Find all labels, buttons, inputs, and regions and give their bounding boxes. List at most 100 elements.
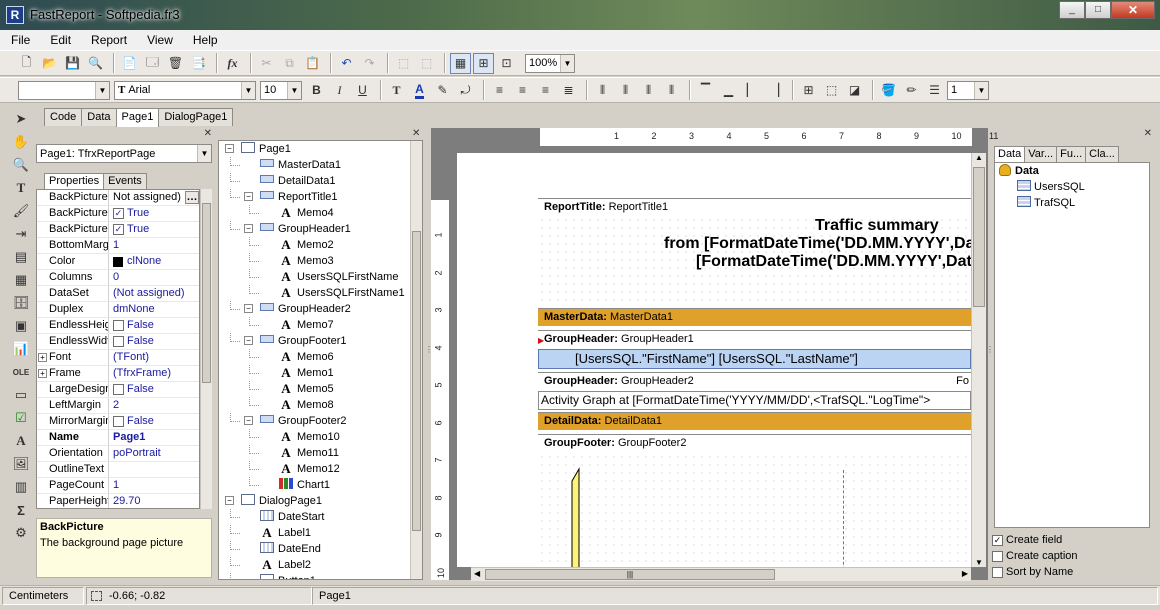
property-row[interactable]: BackPictureP ✓ True [37, 206, 199, 222]
collapse-icon[interactable]: − [244, 192, 253, 201]
group-footer2-band[interactable]: GroupFooter: GroupFooter2 [538, 434, 971, 567]
tab-code[interactable]: Code [44, 108, 83, 126]
property-row[interactable]: MirrorMargins False [37, 414, 199, 430]
detail-data-band[interactable]: DetailData: DetailData1 [538, 412, 971, 432]
tree-node[interactable]: − ReportTitle1 [219, 189, 422, 205]
ellipsis-button[interactable]: … [185, 191, 199, 204]
tab-events[interactable]: Events [103, 173, 147, 189]
tree-node[interactable]: A Label1 [219, 525, 422, 541]
tree-node[interactable]: A Memo10 [219, 429, 422, 445]
frame-width-combo[interactable]: 1 ▼ [947, 80, 989, 100]
property-row[interactable]: BottomMargin 1 [37, 238, 199, 254]
checkbox-tool-icon[interactable]: ☑ [10, 407, 32, 429]
property-value[interactable]: (TFont) [109, 350, 199, 365]
rotation-icon[interactable]: ⤾ [455, 80, 476, 101]
scroll-left-icon[interactable]: ◀ [474, 569, 480, 578]
property-row[interactable]: LeftMargin 2 [37, 398, 199, 414]
underline-icon[interactable]: U [352, 80, 373, 101]
text-tool-icon[interactable]: T [10, 177, 32, 199]
align-left-icon[interactable]: ≡ [489, 80, 510, 101]
property-row[interactable]: EndlessWidth False [37, 334, 199, 350]
ungroup-icon[interactable]: ⬚ [416, 53, 437, 74]
frame-left-icon[interactable]: ▏ [741, 80, 762, 101]
close-icon[interactable]: ✕ [204, 128, 212, 139]
frame-right-icon[interactable]: ▕ [764, 80, 785, 101]
bold-icon[interactable]: B [306, 80, 327, 101]
checkbox[interactable]: ✓ [113, 224, 124, 235]
checkbox[interactable] [113, 336, 124, 347]
page-settings-icon[interactable]: 📑 [188, 53, 209, 74]
fit-to-grid-icon[interactable]: ⊡ [496, 53, 517, 74]
frame-none-icon[interactable]: ⬚ [821, 80, 842, 101]
report-page[interactable]: ReportTitle: ReportTitle1 Traffic summar… [457, 153, 971, 567]
align-vjustify-icon[interactable]: ⫴ [661, 80, 682, 101]
open-icon[interactable]: 📂 [39, 53, 60, 74]
tree-node[interactable]: A Memo1 [219, 365, 422, 381]
tree-node[interactable]: − DialogPage1 [219, 493, 422, 509]
property-row[interactable]: EndlessHeigh False [37, 318, 199, 334]
data-root[interactable]: Data [995, 163, 1149, 179]
expand-icon[interactable]: + [38, 369, 47, 378]
maximize-button[interactable]: □ [1085, 1, 1111, 19]
property-value[interactable] [109, 462, 199, 477]
tab-classes[interactable]: Cla... [1085, 146, 1119, 162]
select-tool-icon[interactable]: ➤ [10, 108, 32, 130]
close-icon[interactable]: ✕ [412, 128, 420, 139]
font-color-icon[interactable]: A [409, 80, 430, 101]
checkbox[interactable] [113, 320, 124, 331]
tree-node[interactable]: − GroupHeader1 [219, 221, 422, 237]
sum-tool-icon[interactable]: Σ [10, 499, 32, 521]
picture-icon[interactable]: ▣ [10, 315, 32, 337]
property-row[interactable]: OutlineText [37, 462, 199, 478]
tree-node[interactable]: A UsersSQLFirstName [219, 269, 422, 285]
design-vertical-scrollbar[interactable]: ▲ ▼ [971, 153, 986, 567]
font-name-combo[interactable]: T Arial ▼ [114, 80, 256, 100]
property-row[interactable]: + Font (TFont) [37, 350, 199, 366]
function-icon[interactable]: fx [222, 53, 243, 74]
checkbox[interactable]: ✓ [992, 534, 1003, 546]
fill-color-icon[interactable]: 🪣 [878, 80, 899, 101]
tree-node[interactable]: A Memo6 [219, 349, 422, 365]
style-combo[interactable]: ▼ [18, 80, 110, 100]
tab-functions[interactable]: Fu... [1056, 146, 1087, 162]
tree-node[interactable]: MasterData1 [219, 157, 422, 173]
italic-icon[interactable]: I [329, 80, 350, 101]
tab-data[interactable]: Data [81, 108, 117, 126]
hand-tool-icon[interactable]: ✋ [10, 131, 32, 153]
tree-node[interactable]: DateEnd [219, 541, 422, 557]
paste-icon[interactable]: 📋 [302, 53, 323, 74]
align-to-grid-icon[interactable]: ⊞ [473, 52, 494, 74]
frame-color-icon[interactable]: ✏ [901, 80, 922, 101]
property-row[interactable]: PageCount 1 [37, 478, 199, 494]
align-middle-icon[interactable]: ⫴ [615, 80, 636, 101]
align-bottom-icon[interactable]: ⫴ [638, 80, 659, 101]
property-value[interactable]: ✓ True [109, 222, 199, 237]
tree-node[interactable]: A Memo4 [219, 205, 422, 221]
report-title-band[interactable]: ReportTitle: ReportTitle1 Traffic summar… [538, 198, 971, 306]
property-row[interactable]: BackPicture Not assigned)… [37, 190, 199, 206]
collapse-icon[interactable]: − [244, 416, 253, 425]
zoom-tool-icon[interactable]: 🔍 [10, 154, 32, 176]
label-tool-icon[interactable]: A [10, 430, 32, 452]
property-value[interactable]: 0 [109, 270, 199, 285]
design-horizontal-scrollbar[interactable]: ◀ ||| ▶ [471, 567, 971, 581]
property-value[interactable]: (TfrxFrame) [109, 366, 199, 381]
property-row[interactable]: LargeDesignH False [37, 382, 199, 398]
checkbox[interactable] [113, 416, 124, 427]
property-row[interactable]: DataSet (Not assigned) [37, 286, 199, 302]
expand-icon[interactable]: + [38, 353, 47, 362]
frame-all-icon[interactable]: ⊞ [798, 80, 819, 101]
group-header1-band[interactable]: ▶ GroupHeader: GroupHeader1 [UsersSQL."Fi… [538, 330, 971, 370]
create-caption-option[interactable]: Create caption [992, 550, 1078, 562]
scroll-right-icon[interactable]: ▶ [962, 569, 968, 578]
zoom-combo[interactable]: 100% ▼ [525, 53, 575, 73]
property-row[interactable]: Columns 0 [37, 270, 199, 286]
new-dialog-icon[interactable]: 🗔 [142, 53, 163, 74]
property-value[interactable]: False [109, 318, 199, 333]
property-value[interactable]: 2 [109, 398, 199, 413]
close-button[interactable]: ✕ [1111, 1, 1155, 19]
new-icon[interactable]: 🗋 [16, 53, 37, 74]
align-justify-icon[interactable]: ≣ [558, 80, 579, 101]
inspector-object-combo[interactable]: Page1: TfrxReportPage ▼ [36, 144, 212, 163]
group-header2-band[interactable]: GroupHeader: GroupHeader2 Fo Activity Gra… [538, 372, 971, 410]
